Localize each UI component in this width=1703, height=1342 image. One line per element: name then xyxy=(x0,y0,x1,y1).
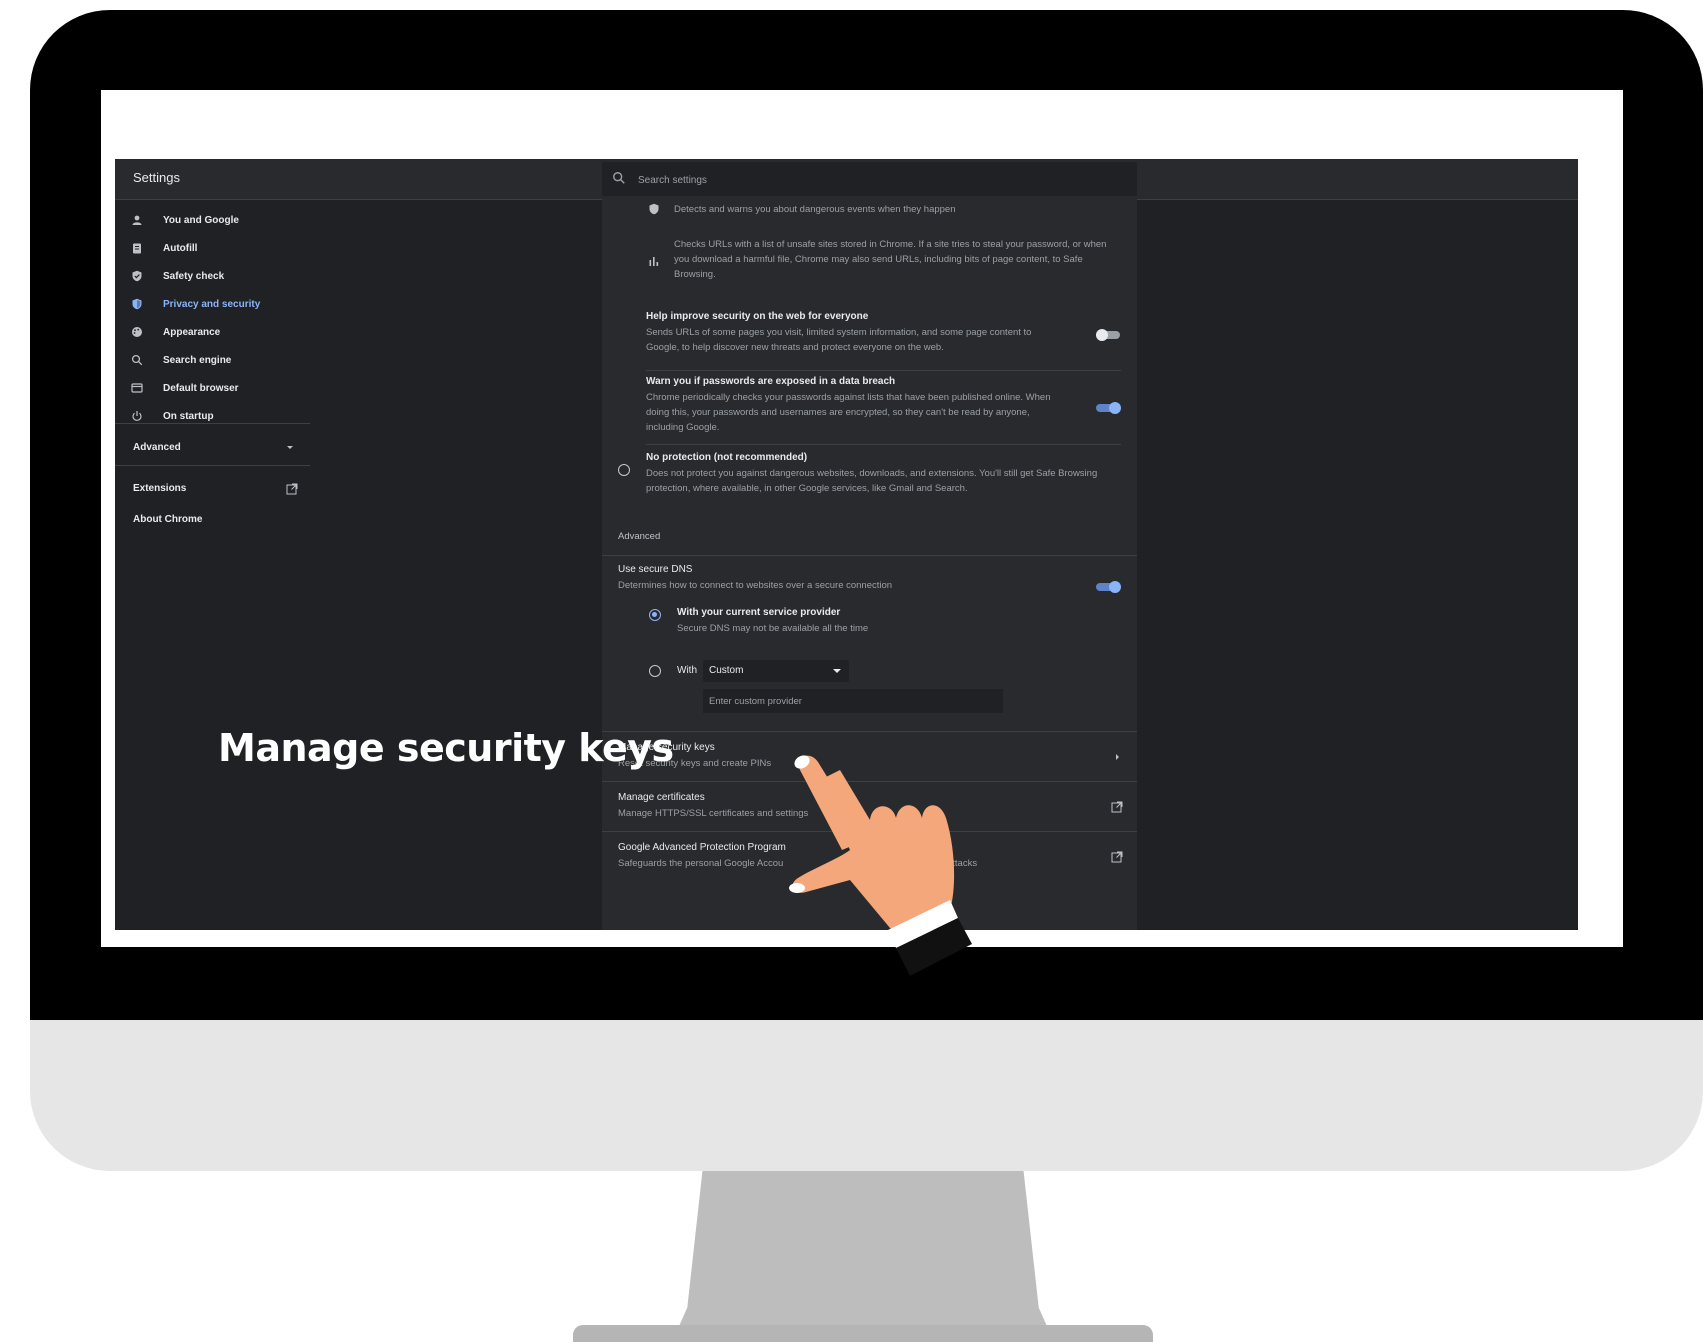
search-input[interactable] xyxy=(636,169,1120,191)
warn-passwords-desc: Chrome periodically checks your password… xyxy=(646,392,1051,433)
shield-icon xyxy=(129,296,145,312)
browser-icon xyxy=(129,380,145,396)
shield-check-icon xyxy=(129,268,145,284)
person-icon xyxy=(129,212,145,228)
sidebar-item-label: You and Google xyxy=(163,214,239,226)
detect-text: Detects and warns you about dangerous ev… xyxy=(674,204,956,215)
external-link-icon xyxy=(1111,851,1123,863)
bar-chart-icon xyxy=(649,257,659,266)
sidebar: You and Google Autofill Safety check Pri… xyxy=(115,200,315,930)
power-icon xyxy=(129,408,145,424)
sidebar-item-label: Search engine xyxy=(163,354,232,366)
secure-dns-toggle[interactable] xyxy=(1096,581,1122,593)
chevron-right-icon xyxy=(1116,754,1119,760)
sidebar-item-search-engine[interactable]: Search engine xyxy=(129,348,231,372)
divider xyxy=(646,370,1121,371)
sidebar-item-label: Appearance xyxy=(163,326,221,338)
warn-passwords-title: Warn you if passwords are exposed in a d… xyxy=(646,376,896,387)
sidebar-item-privacy-and-security[interactable]: Privacy and security xyxy=(129,292,260,316)
sidebar-item-you-and-google[interactable]: You and Google xyxy=(129,208,239,232)
secure-dns-title: Use secure DNS xyxy=(618,564,693,575)
dns-custom-radio[interactable] xyxy=(649,665,661,677)
sidebar-item-appearance[interactable]: Appearance xyxy=(129,320,220,344)
sidebar-item-safety-check[interactable]: Safety check xyxy=(129,264,224,288)
sidebar-item-extensions[interactable]: Extensions xyxy=(133,483,298,495)
dns-provider-select[interactable]: Custom xyxy=(703,660,849,682)
external-link-icon xyxy=(286,483,298,495)
divider xyxy=(646,444,1121,445)
no-protection-title: No protection (not recommended) xyxy=(646,452,808,463)
help-improve-desc: Sends URLs of some pages you visit, limi… xyxy=(646,327,1032,353)
sidebar-item-autofill[interactable]: Autofill xyxy=(129,236,197,260)
divider xyxy=(602,555,1137,556)
external-link-icon xyxy=(1111,801,1123,813)
help-improve-title: Help improve security on the web for eve… xyxy=(646,311,869,322)
search-box[interactable] xyxy=(602,162,1137,196)
hand-pointer-icon xyxy=(789,755,972,976)
sidebar-item-about-chrome[interactable]: About Chrome xyxy=(133,514,202,525)
sidebar-divider xyxy=(115,423,310,424)
sidebar-divider xyxy=(115,465,310,466)
dns-current-provider-label: With your current service provider xyxy=(677,607,841,618)
monitor-stand-foot xyxy=(573,1325,1153,1342)
page-title: Settings xyxy=(133,170,180,185)
settings-toolbar: Settings xyxy=(115,159,1578,200)
sidebar-item-label: Safety check xyxy=(163,270,225,282)
monitor-stand-neck xyxy=(672,1170,1054,1342)
sidebar-item-label: Autofill xyxy=(163,242,198,254)
shield-icon xyxy=(649,203,659,215)
advanced-protection-title: Google Advanced Protection Program xyxy=(618,842,786,853)
dns-current-provider-radio[interactable] xyxy=(649,609,661,621)
chevron-down-icon xyxy=(833,669,841,673)
sidebar-advanced[interactable]: Advanced xyxy=(133,442,293,453)
sidebar-extensions-label: Extensions xyxy=(133,483,187,494)
no-protection-desc: Does not protect you against dangerous w… xyxy=(646,468,1098,494)
sidebar-item-label: Default browser xyxy=(163,382,239,394)
custom-provider-input[interactable] xyxy=(703,689,1003,713)
sidebar-item-label: On startup xyxy=(163,410,214,422)
chevron-down-icon xyxy=(287,446,293,449)
warn-passwords-toggle[interactable] xyxy=(1096,402,1122,414)
no-protection-radio[interactable] xyxy=(618,464,630,476)
callout-label: Manage security keys xyxy=(218,726,674,770)
help-improve-toggle[interactable] xyxy=(1096,329,1122,341)
advanced-protection-desc: Safeguards the personal Google Accou xyxy=(618,858,784,869)
manage-certificates-title: Manage certificates xyxy=(618,792,705,803)
search-icon xyxy=(613,172,625,184)
checks-urls-text: Checks URLs with a list of unsafe sites … xyxy=(674,239,1107,280)
sidebar-item-label: Privacy and security xyxy=(163,298,261,310)
clipboard-icon xyxy=(129,240,145,256)
search-icon xyxy=(129,352,145,368)
secure-dns-desc: Determines how to connect to websites ov… xyxy=(618,580,893,591)
dns-current-provider-desc: Secure DNS may not be available all the … xyxy=(677,623,869,634)
divider xyxy=(602,731,1137,732)
sidebar-item-default-browser[interactable]: Default browser xyxy=(129,376,239,400)
sidebar-advanced-label: Advanced xyxy=(133,442,181,453)
advanced-heading: Advanced xyxy=(618,531,661,542)
sidebar-item-on-startup[interactable]: On startup xyxy=(129,404,214,428)
dns-with-label: With xyxy=(677,665,697,676)
palette-icon xyxy=(129,324,145,340)
dns-provider-select-value: Custom xyxy=(709,665,744,676)
